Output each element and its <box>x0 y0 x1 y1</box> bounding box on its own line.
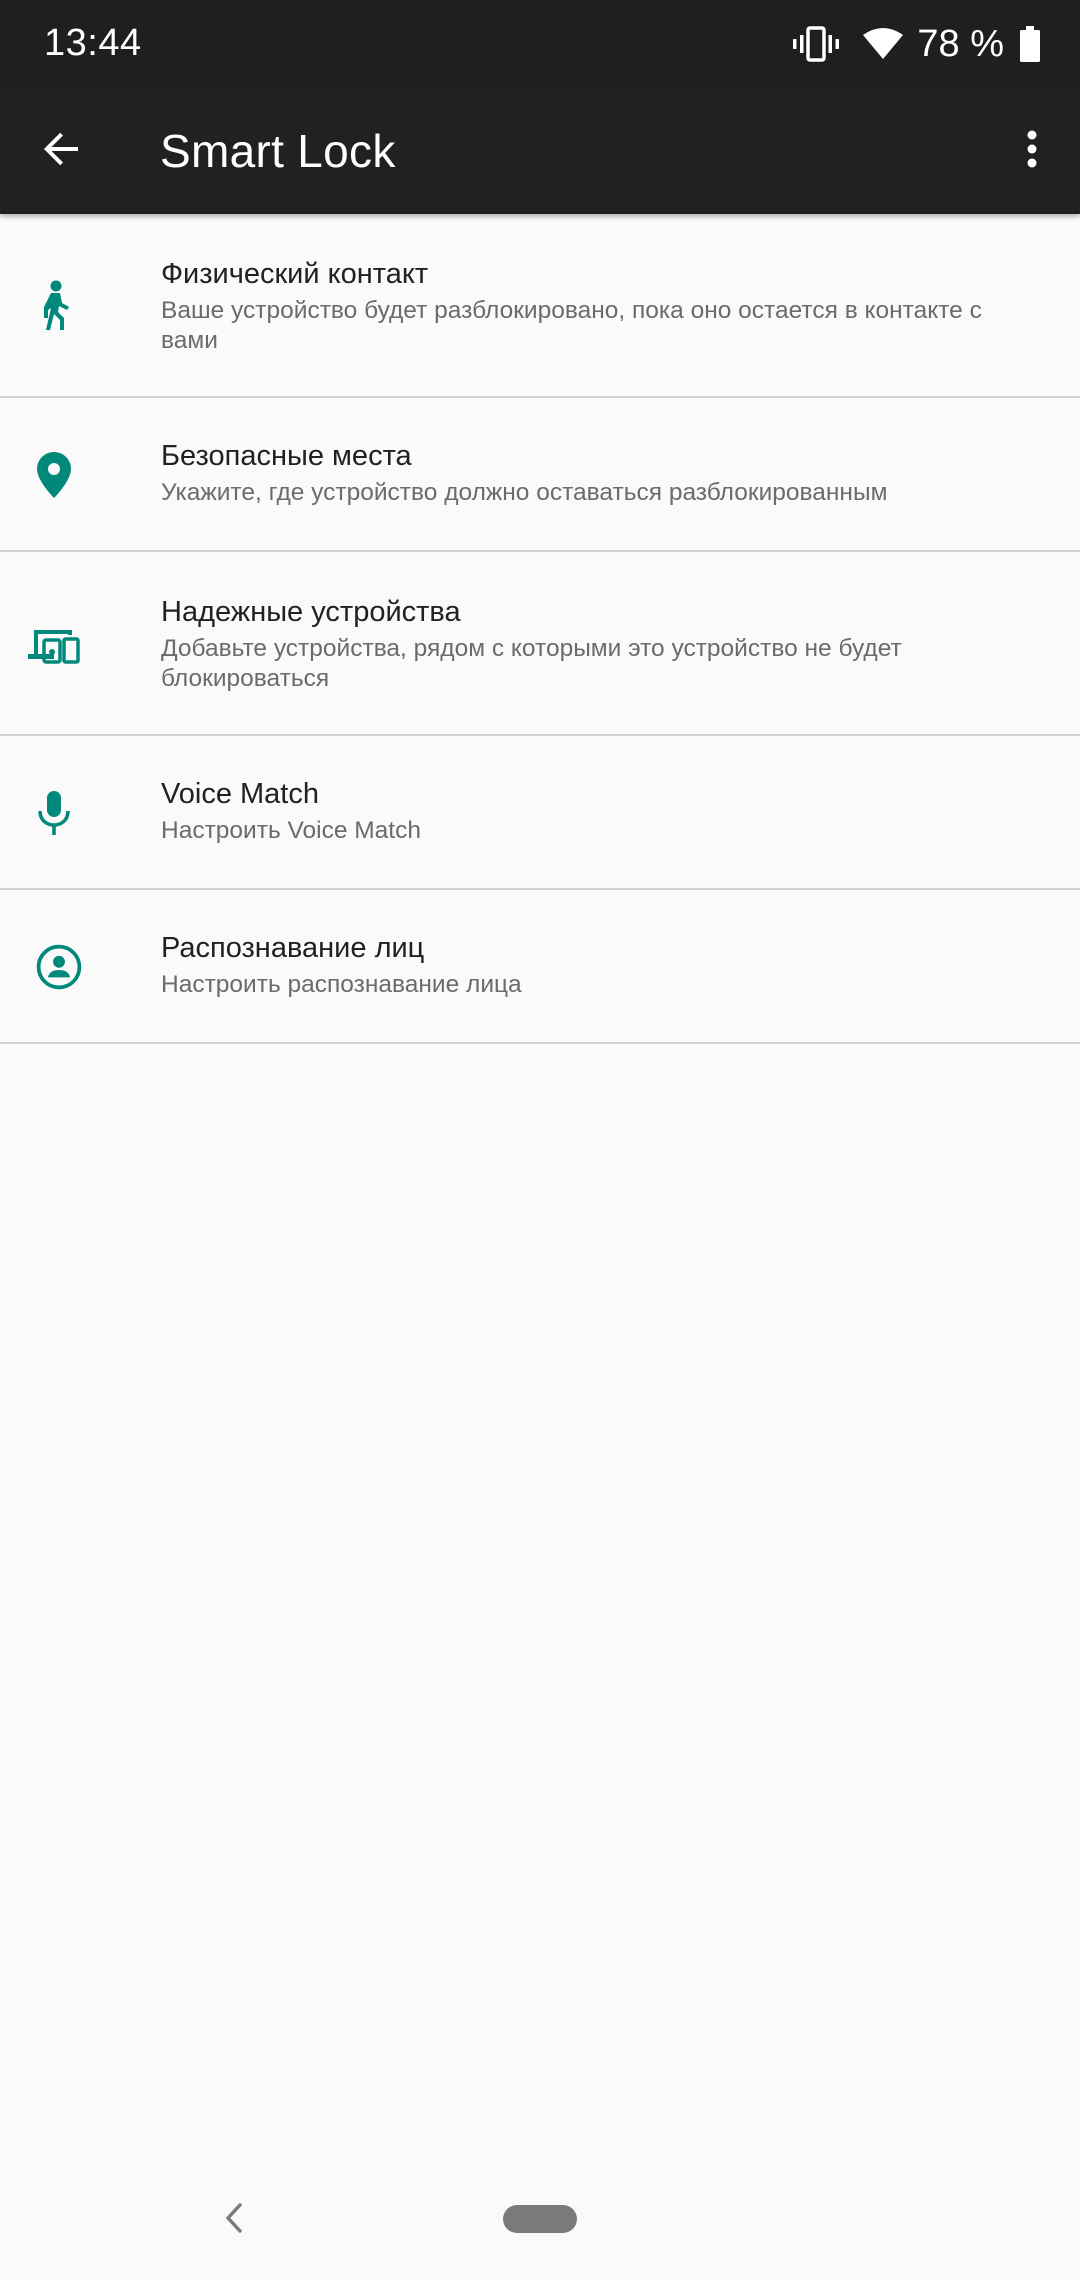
list-item-subtitle: Ваше устройство будет разблокировано, по… <box>161 297 982 354</box>
more-options-button[interactable] <box>992 111 1072 191</box>
list-item-trusted-places[interactable]: Безопасные места Укажите, где устройство… <box>0 398 1080 552</box>
list-item-text: Безопасные места Укажите, где устройство… <box>161 436 1040 508</box>
list-item-subtitle: Настроить распознавание лица <box>161 971 522 998</box>
walking-person-icon <box>26 278 82 334</box>
status-time: 13:44 <box>44 22 142 64</box>
page-title: Smart Lock <box>160 125 396 177</box>
list-item-subtitle: Настроить Voice Match <box>161 817 421 844</box>
more-vert-icon <box>1026 129 1038 174</box>
nav-back-icon <box>224 2202 244 2239</box>
list-item-text: Voice Match Настроить Voice Match <box>161 774 1040 846</box>
list-item-subtitle: Укажите, где устройство должно оставатьс… <box>161 479 888 506</box>
list-item-title: Voice Match <box>161 778 319 810</box>
list-item-title: Распознавание лиц <box>161 932 425 964</box>
location-pin-icon <box>26 447 82 503</box>
list-item-subtitle: Добавьте устройства, рядом с которыми эт… <box>161 635 902 692</box>
app-bar: Smart Lock <box>0 88 1080 214</box>
list-item-text: Физический контакт Ваше устройство будет… <box>161 254 1040 356</box>
wifi-icon <box>863 28 904 60</box>
home-pill[interactable] <box>503 2205 577 2233</box>
list-item-title: Безопасные места <box>161 440 412 472</box>
battery-percent: 78 % <box>917 22 1004 65</box>
microphone-icon <box>26 785 82 841</box>
list-item-title: Надежные устройства <box>161 596 461 628</box>
list-item-title: Физический контакт <box>161 258 429 290</box>
devices-icon <box>26 616 82 672</box>
list-item-voice-match[interactable]: Voice Match Настроить Voice Match <box>0 736 1080 890</box>
face-account-icon <box>26 939 82 995</box>
list-item-text: Распознавание лиц Настроить распознавани… <box>161 928 1040 1000</box>
list-item-on-body-detection[interactable]: Физический контакт Ваше устройство будет… <box>0 214 1080 398</box>
smart-lock-options-list: Физический контакт Ваше устройство будет… <box>0 214 1080 1044</box>
back-button[interactable] <box>22 111 102 191</box>
list-item-face-recognition[interactable]: Распознавание лиц Настроить распознавани… <box>0 890 1080 1044</box>
status-icons: 78 % <box>793 18 1040 70</box>
vibrate-icon <box>793 24 840 64</box>
status-bar: 13:44 78 % <box>0 0 1080 88</box>
navigation-bar <box>0 2160 1080 2280</box>
list-item-text: Надежные устройства Добавьте устройства,… <box>161 592 1040 694</box>
list-item-trusted-devices[interactable]: Надежные устройства Добавьте устройства,… <box>0 552 1080 736</box>
arrow-back-icon <box>42 129 82 174</box>
nav-back-button[interactable] <box>214 2192 254 2248</box>
battery-icon <box>1020 26 1040 62</box>
